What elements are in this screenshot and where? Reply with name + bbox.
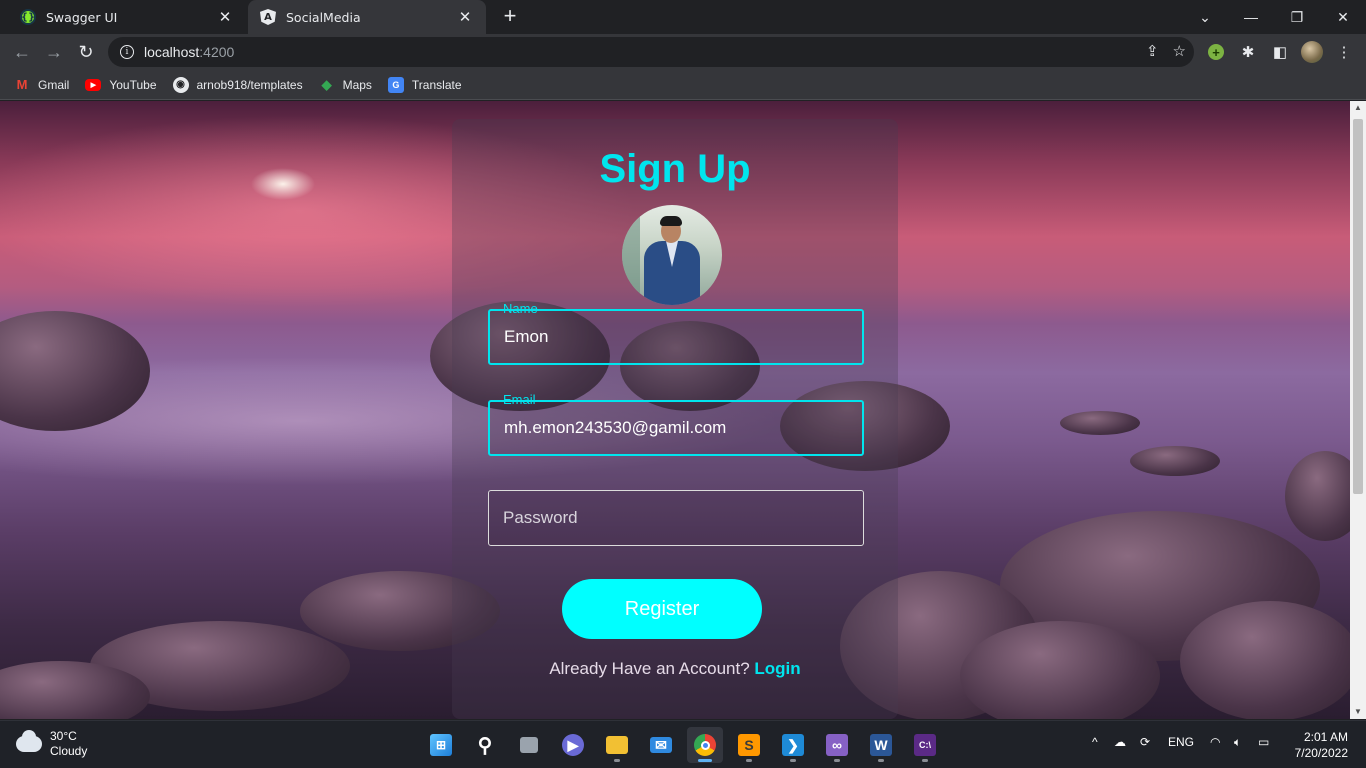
chrome-icon[interactable]: [687, 727, 723, 763]
meet-icon[interactable]: ▶: [555, 727, 591, 763]
signup-card: Sign Up Name Email Register Already Have…: [452, 119, 898, 719]
gmail-icon: M: [16, 77, 28, 92]
password-field: [488, 490, 864, 546]
site-info-icon[interactable]: i: [120, 45, 134, 59]
task-view-icon[interactable]: [511, 727, 547, 763]
file-explorer-icon[interactable]: [599, 727, 635, 763]
profile-avatar[interactable]: [1300, 40, 1324, 64]
show-hidden-icons-icon[interactable]: ^: [1092, 735, 1098, 749]
back-icon[interactable]: ←: [8, 38, 36, 66]
battery-icon[interactable]: ▭: [1258, 735, 1269, 749]
onedrive-cloud-icon[interactable]: ☁: [1114, 735, 1126, 749]
login-prompt: Already Have an Account? Login: [452, 659, 898, 679]
system-clock[interactable]: 2:01 AM 7/20/2022: [1295, 729, 1348, 761]
name-input[interactable]: [490, 311, 862, 363]
register-button[interactable]: Register: [562, 579, 762, 639]
page-title: Sign Up: [599, 147, 751, 191]
page-scrollbar[interactable]: ▲ ▼: [1350, 101, 1366, 719]
tab-title: Swagger UI: [46, 9, 118, 25]
close-tab-icon[interactable]: ✕: [456, 8, 474, 26]
translate-icon: G: [387, 76, 404, 93]
bookmark-maps[interactable]: ◆ Maps: [319, 77, 372, 93]
close-window-button[interactable]: ✕: [1320, 0, 1366, 34]
scroll-up-arrow-icon[interactable]: ▲: [1350, 101, 1366, 115]
restore-button[interactable]: ❐: [1274, 0, 1320, 34]
url-port: :4200: [199, 44, 235, 60]
menu-kebab-icon[interactable]: ⋮: [1332, 40, 1356, 64]
password-input[interactable]: [489, 491, 863, 545]
close-tab-icon[interactable]: ✕: [216, 8, 234, 26]
swagger-icon: {}: [20, 9, 36, 25]
email-input[interactable]: [490, 402, 862, 454]
page-background: Sign Up Name Email Register Already Have…: [0, 101, 1350, 719]
word-icon[interactable]: W: [863, 727, 899, 763]
angular-icon: A: [260, 9, 276, 25]
windows-taskbar: 30°C Cloudy ⊞ ⚲ ▶ ✉ S ❯ ∞ W C:\ ^ ☁ ⟳ EN…: [0, 720, 1366, 768]
bookmark-star-icon[interactable]: ☆: [1173, 42, 1186, 60]
language-indicator[interactable]: ENG: [1168, 735, 1194, 749]
visual-studio-icon[interactable]: ∞: [819, 727, 855, 763]
tab-search-icon[interactable]: ⌄: [1182, 0, 1228, 34]
start-icon[interactable]: ⊞: [423, 727, 459, 763]
terminal-icon[interactable]: C:\: [907, 727, 943, 763]
bookmark-label: YouTube: [109, 77, 157, 92]
background-rock: [1180, 601, 1350, 719]
background-rock: [1130, 446, 1220, 476]
new-tab-button[interactable]: +: [498, 5, 522, 29]
background-rock: [1285, 451, 1350, 541]
side-panel-icon[interactable]: ◧: [1268, 40, 1292, 64]
weather-desc: Cloudy: [50, 744, 88, 758]
login-link[interactable]: Login: [754, 659, 800, 678]
clock-date: 7/20/2022: [1294, 746, 1348, 760]
reload-icon[interactable]: ↻: [72, 38, 100, 66]
github-icon: ◉: [172, 76, 189, 93]
name-field: Name: [488, 301, 864, 365]
profile-photo[interactable]: [622, 205, 722, 305]
bookmark-label: Maps: [342, 77, 372, 92]
bookmark-label: arnob918/templates: [196, 77, 303, 92]
bookmark-youtube[interactable]: ▶ YouTube: [85, 77, 157, 92]
sublime-text-icon[interactable]: S: [731, 727, 767, 763]
tab-socialmedia[interactable]: A SocialMedia ✕: [248, 0, 486, 34]
vscode-icon[interactable]: ❯: [775, 727, 811, 763]
share-icon[interactable]: ⇪: [1146, 42, 1159, 60]
scroll-thumb[interactable]: [1353, 119, 1363, 494]
minimize-button[interactable]: —: [1228, 0, 1274, 34]
bookmark-label: Gmail: [38, 77, 70, 92]
mail-icon[interactable]: ✉: [643, 727, 679, 763]
wifi-icon[interactable]: ◠: [1210, 735, 1220, 749]
tab-title: SocialMedia: [286, 9, 361, 25]
email-field: Email: [488, 392, 864, 456]
bookmarks-bar: M Gmail ▶ YouTube ◉ arnob918/templates ◆…: [0, 70, 1366, 100]
extension-green-icon[interactable]: +: [1204, 40, 1228, 64]
background-rock: [1060, 411, 1140, 435]
youtube-icon: ▶: [85, 78, 102, 91]
address-bar[interactable]: i localhost:4200 ⇪ ☆: [108, 37, 1194, 67]
scroll-down-arrow-icon[interactable]: ▼: [1350, 705, 1366, 719]
weather-temp: 30°C: [50, 729, 77, 743]
volume-icon[interactable]: 🔈︎: [1234, 735, 1241, 750]
maps-icon: ◆: [321, 76, 332, 92]
bookmark-github-templates[interactable]: ◉ arnob918/templates: [172, 76, 303, 93]
sync-icon[interactable]: ⟳: [1140, 735, 1150, 749]
cloud-icon: [16, 730, 42, 752]
weather-widget[interactable]: 30°C Cloudy: [16, 729, 87, 759]
clock-time: 2:01 AM: [1303, 730, 1348, 744]
url-host: localhost: [144, 44, 200, 60]
login-prompt-text: Already Have an Account?: [549, 659, 750, 678]
bookmark-gmail[interactable]: M Gmail: [14, 77, 70, 93]
search-icon[interactable]: ⚲: [467, 727, 503, 763]
browser-toolbar: ← → ↻ i localhost:4200 ⇪ ☆ + ✱ ◧ ⋮: [0, 34, 1366, 70]
extensions-puzzle-icon[interactable]: ✱: [1236, 40, 1260, 64]
bookmark-translate[interactable]: G Translate: [387, 76, 462, 93]
tab-swagger-ui[interactable]: {} Swagger UI ✕: [8, 0, 246, 34]
tab-strip: {} Swagger UI ✕ A SocialMedia ✕ + ⌄ — ❐ …: [0, 0, 1366, 34]
bookmark-label: Translate: [411, 77, 462, 92]
forward-icon[interactable]: →: [40, 38, 68, 66]
